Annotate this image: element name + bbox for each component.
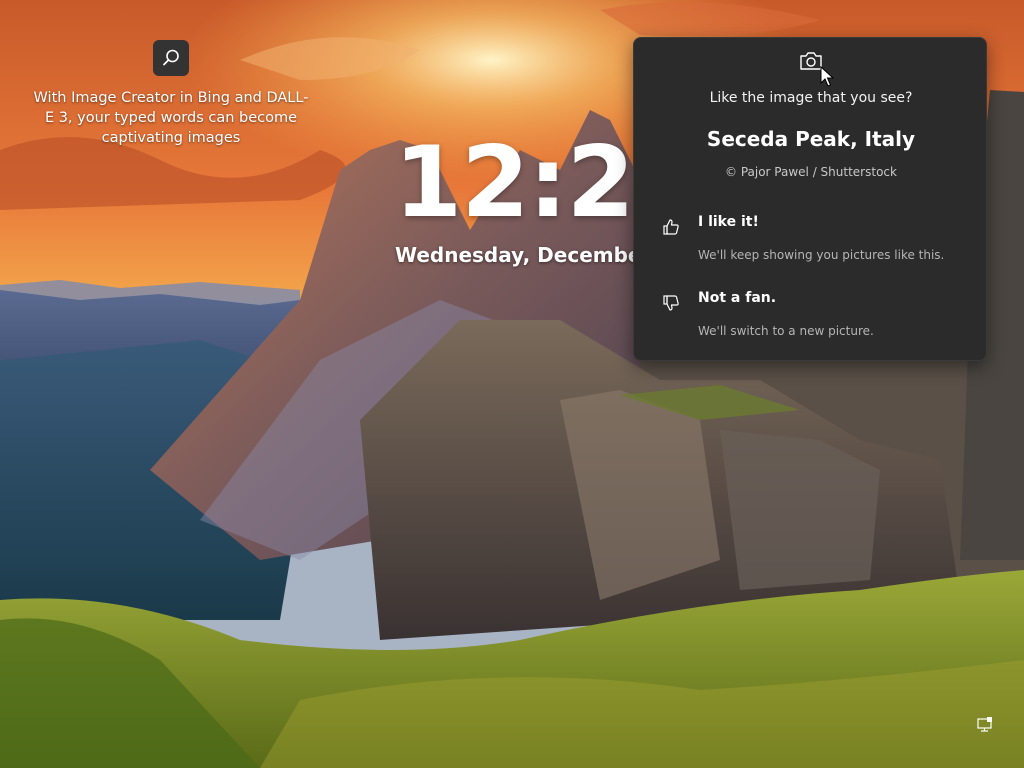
spotlight-text[interactable]: With Image Creator in Bing and DALL-E 3,… xyxy=(30,88,312,148)
spotlight-search-button[interactable] xyxy=(153,40,189,76)
image-credit: © Pajor Pawel / Shutterstock xyxy=(725,165,897,179)
like-description: We'll keep showing you pictures like thi… xyxy=(698,248,945,262)
thumbs-up-icon xyxy=(663,219,679,235)
search-icon xyxy=(163,49,179,66)
like-label: I like it! xyxy=(698,214,759,230)
dislike-label: Not a fan. xyxy=(698,290,777,306)
like-option[interactable]: I like it! We'll keep showing you pictur… xyxy=(658,214,968,270)
image-feedback-panel: Like the image that you see? Seceda Peak… xyxy=(633,37,987,361)
image-title: Seceda Peak, Italy xyxy=(706,127,916,151)
panel-question: Like the image that you see? xyxy=(709,90,913,106)
thumbs-down-icon xyxy=(663,295,679,311)
mouse-cursor-icon xyxy=(820,66,834,87)
network-icon[interactable] xyxy=(976,716,994,734)
dislike-option[interactable]: Not a fan. We'll switch to a new picture… xyxy=(658,290,968,346)
spotlight-tip: With Image Creator in Bing and DALL-E 3,… xyxy=(30,40,312,148)
dislike-description: We'll switch to a new picture. xyxy=(698,324,874,338)
